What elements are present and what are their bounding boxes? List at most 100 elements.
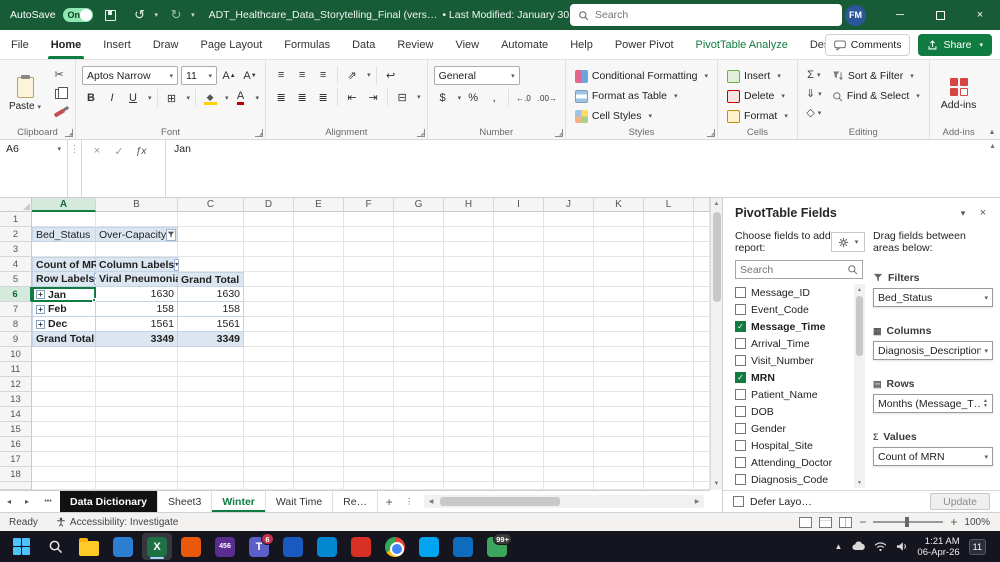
grid-cell[interactable] — [544, 407, 594, 422]
undo-button[interactable]: ↺ — [129, 4, 151, 26]
column-header-I[interactable]: I — [494, 198, 544, 212]
grid-cell[interactable] — [444, 392, 494, 407]
tab-insert[interactable]: Insert — [92, 30, 142, 59]
increase-indent-button[interactable]: ⇥ — [364, 88, 382, 106]
grid-cell[interactable] — [444, 257, 494, 272]
grid-cell[interactable] — [244, 332, 294, 347]
grid-cell[interactable] — [494, 362, 544, 377]
grid-cell[interactable] — [178, 377, 244, 392]
font-dialog-launcher[interactable] — [255, 129, 264, 137]
fields-search-box[interactable] — [735, 260, 863, 279]
grid-cell[interactable] — [594, 287, 644, 302]
grid-cell[interactable] — [32, 482, 96, 490]
grid-cell[interactable] — [644, 257, 694, 272]
scroll-up-icon[interactable]: ▲ — [711, 198, 722, 210]
row-header-9[interactable]: 9 — [0, 332, 32, 347]
grid-cell[interactable] — [544, 272, 594, 287]
italic-button[interactable]: I — [103, 89, 121, 107]
grid-cell[interactable] — [444, 482, 494, 490]
sheet-tab-data-dictionary[interactable]: Data Dictionary — [60, 491, 159, 512]
grid-cell[interactable] — [644, 242, 694, 257]
grid-cell[interactable] — [344, 242, 394, 257]
grid-cell[interactable] — [294, 287, 344, 302]
increase-font-button[interactable]: A ▲ — [220, 67, 238, 85]
app-orange-tile[interactable] — [176, 533, 206, 560]
grid-cell[interactable] — [394, 272, 444, 287]
volume-icon[interactable] — [896, 541, 908, 552]
grid-cell[interactable] — [494, 212, 544, 227]
grid-cell[interactable] — [494, 347, 544, 362]
grid-cell[interactable] — [694, 227, 710, 242]
grid-cell[interactable] — [344, 272, 394, 287]
zoom-slider[interactable] — [873, 517, 944, 527]
grid-cell[interactable] — [644, 332, 694, 347]
delete-cells-button[interactable]: Delete ▾ — [724, 87, 791, 105]
pivot-grand-total-col-cell[interactable]: Grand Total — [178, 272, 244, 287]
field-checkbox[interactable] — [735, 355, 746, 366]
grid-cell[interactable] — [494, 437, 544, 452]
name-box-splitter[interactable]: ⋮ — [68, 140, 82, 197]
grid-cell[interactable] — [444, 227, 494, 242]
sheet-options-icon[interactable]: ⋮ — [400, 491, 418, 512]
field-checkbox[interactable] — [735, 423, 746, 434]
tab-power-pivot[interactable]: Power Pivot — [604, 30, 685, 59]
font-color-dropdown-icon[interactable]: ▾ — [256, 94, 260, 102]
grid-cell[interactable] — [96, 422, 178, 437]
grid-cell[interactable] — [178, 212, 244, 227]
grid-cell[interactable] — [444, 317, 494, 332]
scroll-down-icon[interactable]: ▼ — [854, 477, 865, 488]
currency-button[interactable]: $ — [434, 89, 452, 107]
grid-cell[interactable] — [178, 392, 244, 407]
more-sheets-icon[interactable]: ••• — [36, 491, 60, 512]
gear-drop-icon[interactable]: ▾ — [855, 238, 859, 246]
row-header-2[interactable]: 2 — [0, 227, 32, 242]
tab-data[interactable]: Data — [341, 30, 386, 59]
grid-cell[interactable] — [494, 452, 544, 467]
grid-cell[interactable] — [544, 452, 594, 467]
grid-cell[interactable] — [394, 407, 444, 422]
grid-cell[interactable] — [694, 482, 710, 490]
grid-cell[interactable] — [32, 467, 96, 482]
grid-cell[interactable] — [394, 377, 444, 392]
row-header-3[interactable]: 3 — [0, 242, 32, 257]
column-header-F[interactable]: F — [344, 198, 394, 212]
grid-cell[interactable] — [444, 272, 494, 287]
grid-cell[interactable] — [444, 332, 494, 347]
tab-formulas[interactable]: Formulas — [273, 30, 341, 59]
grid-cell[interactable] — [344, 212, 394, 227]
grid-cell[interactable] — [544, 332, 594, 347]
acrobat[interactable] — [346, 533, 376, 560]
grid-cell[interactable] — [244, 377, 294, 392]
app-teal-tile[interactable] — [414, 533, 444, 560]
expand-icon[interactable]: + — [36, 304, 45, 314]
grid-cell[interactable] — [594, 257, 644, 272]
pivot-measure-cell[interactable]: Count of MRN — [32, 257, 106, 272]
grid-cell[interactable] — [494, 422, 544, 437]
grid-cell[interactable] — [96, 242, 178, 257]
grid-cell[interactable] — [694, 347, 710, 362]
grid-cell[interactable] — [294, 482, 344, 490]
grid-cell[interactable] — [244, 347, 294, 362]
grid-cell[interactable] — [96, 212, 178, 227]
field-item[interactable]: Diagnosis_Code — [735, 471, 865, 488]
column-header-G[interactable]: G — [394, 198, 444, 212]
grid-cell[interactable] — [344, 407, 394, 422]
grid-cell[interactable] — [644, 302, 694, 317]
grid-cell[interactable] — [32, 422, 96, 437]
grid-cell[interactable] — [594, 242, 644, 257]
tab-page-layout[interactable]: Page Layout — [189, 30, 273, 59]
grid-cell[interactable] — [444, 452, 494, 467]
grid-cell[interactable] — [444, 407, 494, 422]
borders-dropdown-icon[interactable]: ▾ — [187, 94, 191, 102]
row-header-6[interactable]: 6 — [0, 287, 32, 302]
grid-cell[interactable] — [444, 422, 494, 437]
decrease-decimal-button[interactable]: .00→ — [536, 89, 559, 107]
grid-cell[interactable] — [694, 302, 710, 317]
grid-cell[interactable] — [344, 347, 394, 362]
autosum-button[interactable]: Σ ▾ — [804, 66, 824, 83]
scroll-right-icon[interactable]: ▶ — [690, 498, 704, 505]
next-sheet-icon[interactable]: ▸ — [18, 491, 36, 512]
grid-cell[interactable] — [96, 482, 178, 490]
grid-cell[interactable] — [244, 272, 294, 287]
column-header-L[interactable]: L — [644, 198, 694, 212]
